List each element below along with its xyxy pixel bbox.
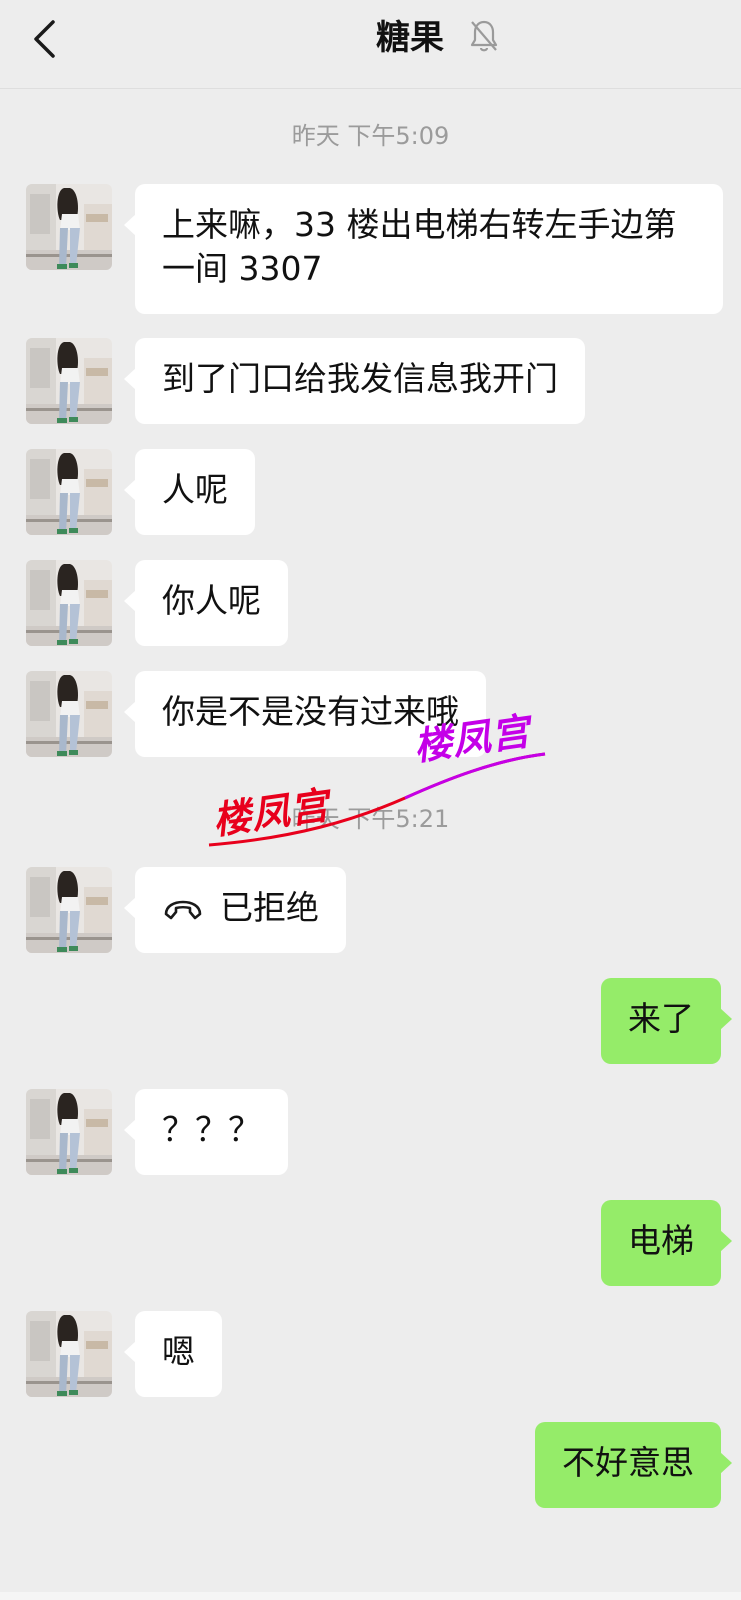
avatar[interactable]	[26, 1311, 112, 1397]
call-declined-bubble[interactable]: 已拒绝	[124, 867, 346, 953]
avatar-photo	[26, 184, 112, 270]
message-bubble-outgoing[interactable]: 电梯	[601, 1200, 732, 1286]
message-bubble-incoming[interactable]: 上来嘛，33 楼出电梯右转左手边第一间 3307	[124, 184, 723, 314]
avatar-photo	[26, 560, 112, 646]
avatar[interactable]	[26, 560, 112, 646]
avatar-photo	[26, 338, 112, 424]
chevron-left-icon	[34, 20, 55, 58]
message-bubble-incoming[interactable]: 人呢	[124, 449, 255, 535]
message-bubble-incoming[interactable]: 你人呢	[124, 560, 288, 646]
avatar[interactable]	[26, 449, 112, 535]
bell-off-icon	[470, 20, 498, 52]
bottom-divider	[0, 1592, 741, 1600]
avatar-photo	[26, 449, 112, 535]
avatar[interactable]	[26, 671, 112, 757]
avatar-photo	[26, 671, 112, 757]
avatar[interactable]	[26, 338, 112, 424]
avatar-photo	[26, 1311, 112, 1397]
back-button[interactable]	[22, 14, 66, 64]
message-bubble-outgoing[interactable]: 来了	[601, 978, 732, 1064]
avatar-photo	[26, 1089, 112, 1175]
call-status-text: 已拒绝	[220, 888, 319, 927]
message-bubble-outgoing[interactable]: 不好意思	[535, 1422, 732, 1508]
message-bubble-incoming[interactable]: ？？？	[124, 1089, 288, 1175]
message-bubble-incoming[interactable]: 嗯	[124, 1311, 222, 1397]
avatar[interactable]	[26, 867, 112, 953]
avatar[interactable]	[26, 1089, 112, 1175]
avatar[interactable]	[26, 184, 112, 270]
phone-hangup-icon	[164, 900, 202, 919]
message-bubble-incoming[interactable]: 到了门口给我发信息我开门	[124, 338, 585, 424]
timestamp: 昨天 下午5:09	[291, 122, 450, 150]
avatar-photo	[26, 867, 112, 953]
chat-title[interactable]: 糖果	[376, 14, 444, 62]
chat-header: 糖果	[0, 0, 741, 89]
